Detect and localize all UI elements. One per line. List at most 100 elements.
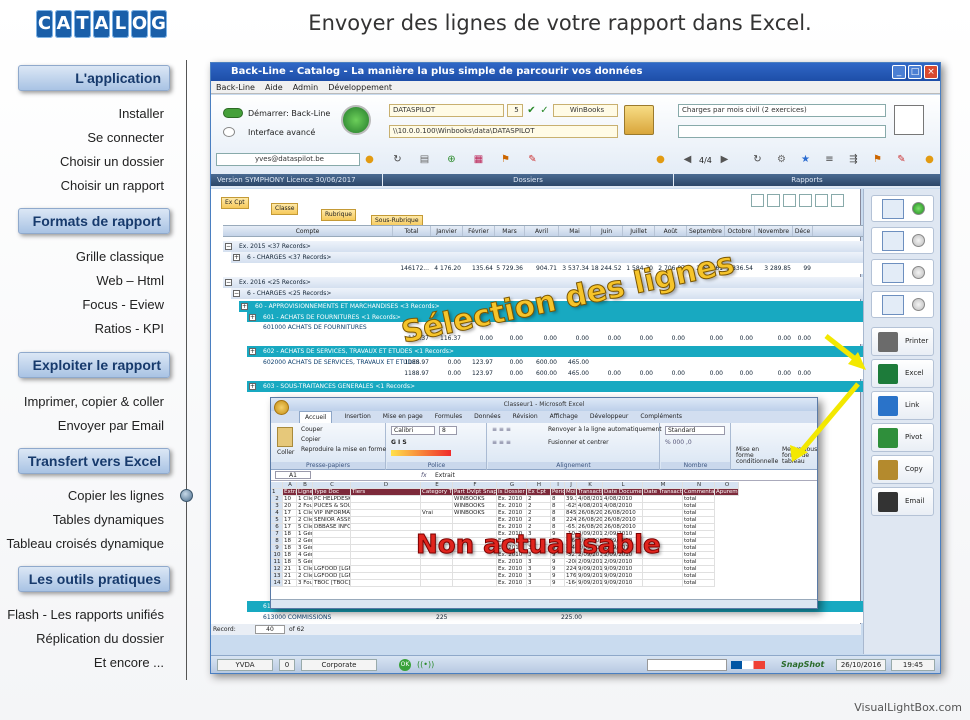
cell[interactable] <box>351 580 421 587</box>
sidebar-link[interactable]: Et encore ... <box>94 655 164 670</box>
cell[interactable]: 9 <box>551 580 565 587</box>
cell[interactable] <box>453 573 497 580</box>
office-button-icon[interactable] <box>274 400 289 415</box>
cell[interactable]: 2 Général <box>297 538 313 545</box>
header-cell[interactable]: Tiers <box>351 489 421 496</box>
cell[interactable] <box>643 517 683 524</box>
cell[interactable]: total <box>683 496 715 503</box>
column-header[interactable]: Février <box>463 226 495 236</box>
cell[interactable]: Ex. 2010 <box>497 580 527 587</box>
cell[interactable]: 21 <box>283 573 297 580</box>
sidebar-link[interactable]: Imprimer, copier & coller <box>24 394 164 409</box>
cell[interactable] <box>643 496 683 503</box>
cell[interactable] <box>453 566 497 573</box>
cell[interactable]: total <box>683 545 715 552</box>
cell[interactable]: 4 Général <box>297 552 313 559</box>
header-cell[interactable]: Category Tiers <box>421 489 453 496</box>
cell[interactable]: 26/08/2010 <box>603 517 643 524</box>
sidebar-link[interactable]: Ratios - KPI <box>95 321 164 336</box>
start-toggle[interactable] <box>223 108 243 118</box>
ribbon-tab-5[interactable]: Révision <box>513 411 538 423</box>
sidebar-link[interactable]: Grille classique <box>76 249 164 264</box>
cell[interactable]: 2 <box>527 496 551 503</box>
ribbon-tab-3[interactable]: Formules <box>435 411 462 423</box>
ribbon-tab-0[interactable]: Accueil <box>299 411 333 423</box>
expand-toggle-icon[interactable]: + <box>241 303 248 310</box>
cell[interactable] <box>421 573 453 580</box>
cell[interactable]: E <box>421 482 453 489</box>
cell[interactable]: PUCES & SOURIS [PUCES] <box>313 503 351 510</box>
cell[interactable]: Vrai <box>421 510 453 517</box>
header-cell[interactable]: Ligne <box>297 489 313 496</box>
cell[interactable]: 845.49 <box>565 510 577 517</box>
cell[interactable]: L <box>603 482 643 489</box>
column-header[interactable]: Déce <box>793 226 813 236</box>
cell[interactable]: B <box>297 482 313 489</box>
column-header[interactable]: Avril <box>525 226 559 236</box>
cell[interactable]: 21 <box>283 566 297 573</box>
sidebar-link[interactable]: Flash - Les rapports unifiés <box>7 607 164 622</box>
report-filter-field[interactable] <box>678 125 886 138</box>
cell[interactable]: H <box>527 482 551 489</box>
merge-center-button[interactable]: Fusionner et centrer <box>548 439 609 446</box>
expand-toggle-icon[interactable]: + <box>249 348 256 355</box>
grid-tool-icon[interactable] <box>815 194 828 207</box>
align-h-icons[interactable]: ≡ ≡ ≡ <box>492 439 511 446</box>
cell[interactable]: DBBASE INFORMATIQUE <box>313 524 351 531</box>
font-name-select[interactable]: Calibri <box>391 426 435 435</box>
cell[interactable] <box>351 552 421 559</box>
cell[interactable] <box>351 510 421 517</box>
favorite-icon[interactable]: ★ <box>799 153 812 166</box>
run-icon[interactable] <box>341 105 371 135</box>
copy-button[interactable]: Copier <box>301 436 321 443</box>
dossier-info-icon[interactable]: ● <box>654 153 667 166</box>
grid-row[interactable]: 601000 ACHATS DE FOURNITURES <box>247 322 863 333</box>
grid-row[interactable]: 603 - SOUS-TRAITANCES GENERALES <1 Recor… <box>247 381 863 392</box>
cell[interactable] <box>421 580 453 587</box>
cell[interactable]: 2 <box>527 510 551 517</box>
cell[interactable]: 4/08/2010 <box>603 503 643 510</box>
cell[interactable]: 17 <box>283 510 297 517</box>
grid-row[interactable]: 613000 COMMISSIONS <box>247 612 863 623</box>
cell[interactable]: 17 <box>283 517 297 524</box>
cell[interactable] <box>421 496 453 503</box>
cell[interactable]: K <box>577 482 603 489</box>
list-icon[interactable]: ≡ <box>823 153 836 166</box>
email-button[interactable]: Email <box>871 487 934 516</box>
record-input[interactable]: 40 <box>255 625 285 634</box>
reload-report-icon[interactable]: ↻ <box>751 153 764 166</box>
cell[interactable]: F <box>453 482 497 489</box>
close-icon[interactable]: × <box>924 65 938 79</box>
grid-tool-icon[interactable] <box>751 194 764 207</box>
font-size-select[interactable]: 8 <box>439 426 457 435</box>
cell[interactable]: total <box>683 580 715 587</box>
cell[interactable]: WINBOOKS <box>453 496 497 503</box>
dossier-name-field[interactable]: DATASPILOT <box>389 104 504 117</box>
cell[interactable]: Ex. 2010 <box>497 517 527 524</box>
header-cell[interactable]: Mois <box>565 489 577 496</box>
cell[interactable]: WINBOOKS <box>453 510 497 517</box>
column-header[interactable]: Mars <box>495 226 525 236</box>
cell[interactable]: 2/09/2010 <box>577 559 603 566</box>
cell[interactable]: 3 <box>527 559 551 566</box>
cell[interactable]: 20 <box>283 503 297 510</box>
cell[interactable]: Ex. 2010 <box>497 503 527 510</box>
cell[interactable]: 8 <box>551 510 565 517</box>
column-header[interactable]: Total <box>393 226 431 236</box>
cell[interactable] <box>351 496 421 503</box>
copy-button[interactable]: Copy <box>871 455 934 484</box>
cell[interactable]: I <box>551 482 565 489</box>
cell[interactable]: 4/08/2010 <box>577 503 603 510</box>
header-cell[interactable]: Date Transaction <box>643 489 683 496</box>
grid-tool-icon[interactable] <box>799 194 812 207</box>
cell[interactable]: 2/09/2010 <box>603 559 643 566</box>
cell[interactable]: J <box>565 482 577 489</box>
report-info-icon[interactable]: ● <box>923 153 936 166</box>
column-header[interactable]: Juillet <box>623 226 655 236</box>
cell[interactable]: 3 <box>527 580 551 587</box>
column-header[interactable]: Compte <box>223 226 393 236</box>
add-icon[interactable]: ⊕ <box>445 153 458 166</box>
cell[interactable]: TBOC [TBOC] <box>313 580 351 587</box>
grid-tool-icon[interactable] <box>783 194 796 207</box>
cell[interactable]: 26/08/2010 <box>603 510 643 517</box>
